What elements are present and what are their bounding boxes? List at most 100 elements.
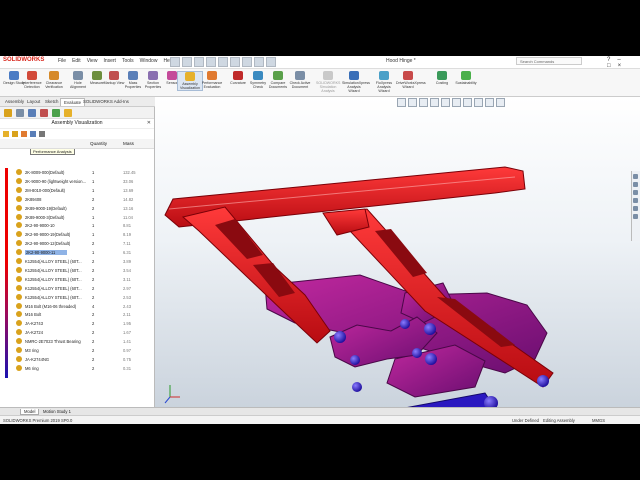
hood-hinge-model[interactable]: [155, 97, 640, 414]
resources-icon[interactable]: [633, 174, 638, 179]
configuration-manager-icon[interactable]: [28, 109, 36, 117]
view-palette-icon[interactable]: [633, 198, 638, 203]
list-item[interactable]: 2M-8010-000(Default) 1 13.69: [16, 186, 154, 195]
menu-item-edit[interactable]: Edit: [72, 58, 81, 64]
file-explorer-icon[interactable]: [633, 190, 638, 195]
part-icon: [16, 231, 22, 238]
list-item[interactable]: M16 Bolt (M16-06 threaded) 4 2.43: [16, 302, 154, 311]
markup-view-icon: [109, 71, 119, 80]
funnel-icon[interactable]: [39, 131, 45, 137]
feature-manager-icon[interactable]: [4, 109, 12, 117]
print-icon[interactable]: [206, 57, 216, 67]
close-icon[interactable]: ✕: [147, 119, 151, 128]
clearance-verification-icon: [49, 71, 59, 80]
custom-properties-icon[interactable]: [633, 214, 638, 219]
tab-sketch[interactable]: Sketch: [42, 98, 61, 105]
list-item[interactable]: 2K2-90-9000-12(Default) 2 7.11: [16, 239, 154, 248]
ribbon-driveworksxpress-wizard-button[interactable]: DriveWorksXpress Wizard: [396, 71, 426, 89]
component-mass: 1.67: [123, 330, 131, 336]
part-icon: [16, 169, 22, 175]
appearances-icon[interactable]: [633, 206, 638, 211]
ribbon-solidworks-simulation-analysis-button[interactable]: SOLIDWORKS Simulation Analysis: [316, 71, 340, 93]
ribbon-interference-detection-button[interactable]: Interference Detection: [20, 71, 44, 89]
rebuild-icon[interactable]: [254, 57, 264, 67]
mass-column-header[interactable]: Mass: [123, 141, 134, 146]
component-mass: 0.31: [123, 365, 131, 371]
units-selector[interactable]: MMGS: [592, 418, 605, 423]
filter-icon[interactable]: [3, 131, 9, 137]
component-mass: 33.06: [123, 178, 134, 184]
list-item[interactable]: JA-K2724 2 1.67: [16, 328, 154, 337]
list-item[interactable]: JA-K2743 2 1.95: [16, 319, 154, 328]
property-manager-icon[interactable]: [16, 109, 24, 117]
list-item[interactable]: 2K89-9000-19(Default) 2 13.16: [16, 204, 154, 213]
ribbon-performance-evaluation-button[interactable]: Performance Evaluation: [200, 71, 224, 89]
list-item[interactable]: 2K2-90-9000-10 1 8.81: [16, 221, 154, 230]
options-icon[interactable]: [266, 57, 276, 67]
coordinate-triad: [164, 385, 180, 404]
ribbon-costing-button[interactable]: Costing: [430, 71, 454, 85]
visualization-options-icon[interactable]: [12, 131, 18, 137]
list-item[interactable]: M6 ring 2 0.31: [16, 364, 154, 373]
menu-item-window[interactable]: Window: [140, 58, 158, 64]
ribbon-sustainability-button[interactable]: Sustainability: [454, 71, 478, 85]
select-icon[interactable]: [242, 57, 252, 67]
menu-item-file[interactable]: File: [58, 58, 66, 64]
part-icon: [16, 275, 22, 282]
dimxpert-icon[interactable]: [40, 109, 48, 117]
performance-analysis-tooltip: Performance Analysis: [30, 148, 75, 155]
left-truss-link[interactable]: [181, 206, 331, 344]
export-icon[interactable]: [30, 131, 36, 137]
list-item[interactable]: K12554(ALLOY STEEL) (60T... 2 2.53: [16, 293, 154, 302]
list-item[interactable]: K12554(ALLOY STEEL) (60T... 2 3.11: [16, 275, 154, 284]
panel-toolbar: [0, 129, 154, 139]
component-quantity: 1: [92, 170, 95, 175]
list-item[interactable]: JA-K2744NG 2 0.75: [16, 355, 154, 364]
save-icon[interactable]: [194, 57, 204, 67]
list-item[interactable]: 2K-8009-000(Default) 1 132.45: [16, 168, 154, 177]
part-icon: [16, 195, 22, 202]
list-item[interactable]: K12554(ALLOY STEEL) (60T... 2 2.97: [16, 284, 154, 293]
list-item[interactable]: 2K2-90-9000-19(Default) 1 8.19: [16, 230, 154, 239]
symmetry-check-icon: [253, 71, 263, 80]
list-item[interactable]: K12554(ALLOY STEEL) (60T... 2 3.54: [16, 266, 154, 275]
ribbon-simulationxpress-analysis-wizard-button[interactable]: SimulationXpress Analysis Wizard: [342, 71, 370, 93]
ribbon-compare-documents-button[interactable]: Compare Documents: [266, 71, 290, 89]
status-mode: Editing Assembly: [543, 418, 575, 423]
hole-alignment-icon: [73, 71, 83, 80]
list-item[interactable]: 2K-9000-90 (lightweight version... 1 33.06: [16, 177, 154, 186]
list-item[interactable]: K12554(ALLOY STEEL) (60T... 2 3.89: [16, 257, 154, 266]
menu-item-insert[interactable]: Insert: [103, 58, 116, 64]
redo-icon[interactable]: [230, 57, 240, 67]
component-mass: 0.97: [123, 348, 131, 353]
list-item[interactable]: NMRC-2E7023 Thrust Bearing 2 1.41: [16, 337, 154, 346]
assembly-visualization-tab-icon[interactable]: [64, 109, 72, 117]
undo-icon[interactable]: [218, 57, 228, 67]
tab-solidworks-add-ins[interactable]: SOLIDWORKS Add-Ins: [80, 98, 132, 105]
list-item[interactable]: 2K89-9000-3(Default) 1 11.04: [16, 213, 154, 222]
display-manager-icon[interactable]: [52, 109, 60, 117]
list-item[interactable]: 2K89408 2 14.82: [16, 195, 154, 204]
list-item[interactable]: M3 ring 2 0.97: [16, 346, 154, 355]
ribbon-button-label: Performance Evaluation: [201, 81, 223, 89]
menu-item-tools[interactable]: Tools: [122, 58, 134, 64]
component-name: M16 Bolt: [25, 312, 42, 318]
list-item[interactable]: 2K2-90-9000-11 1 6.31: [16, 248, 154, 257]
quantity-column-header[interactable]: Quantity: [90, 141, 107, 146]
tab-motion-study-1[interactable]: Motion Study 1: [40, 409, 74, 414]
search-input[interactable]: Search Commands: [516, 57, 582, 65]
graphics-area[interactable]: [155, 97, 640, 414]
part-icon: [16, 222, 22, 229]
open-icon[interactable]: [182, 57, 192, 67]
tab-layout[interactable]: Layout: [24, 98, 43, 105]
component-name: 2K89-9000-3(Default): [25, 214, 65, 220]
ribbon-check-active-document-button[interactable]: Check Active Document: [288, 71, 312, 89]
new-icon[interactable]: [170, 57, 180, 67]
performance-analysis-icon[interactable]: [21, 131, 27, 137]
ribbon-button-label: FloXpress Analysis Wizard: [375, 81, 393, 93]
menu-item-view[interactable]: View: [87, 58, 98, 64]
ribbon-floxpress-analysis-wizard-button[interactable]: FloXpress Analysis Wizard: [372, 71, 396, 93]
ribbon-clearance-verification-button[interactable]: Clearance Verification: [42, 71, 66, 89]
list-item[interactable]: M16 Bolt 2 2.11: [16, 310, 154, 319]
design-library-icon[interactable]: [633, 182, 638, 187]
